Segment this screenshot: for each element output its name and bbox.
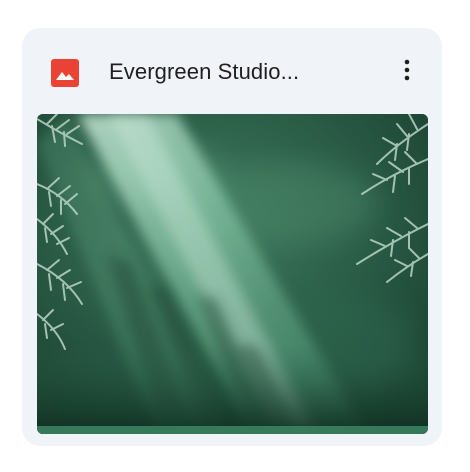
more-options-button[interactable] xyxy=(390,52,424,92)
image-file-icon xyxy=(51,59,79,87)
file-card-header: Evergreen Studio... xyxy=(22,28,442,114)
more-vertical-icon xyxy=(404,58,410,87)
image-thumbnail[interactable] xyxy=(37,114,428,434)
file-name[interactable]: Evergreen Studio... xyxy=(109,54,379,90)
file-card[interactable]: Evergreen Studio... xyxy=(22,28,442,446)
